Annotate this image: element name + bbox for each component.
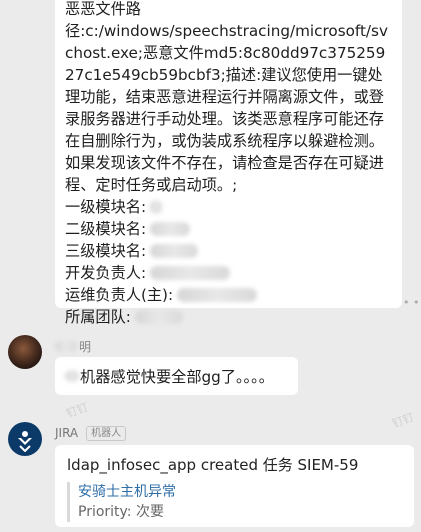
field-level2-module: 二级模块名: <box>65 218 392 240</box>
jira-avatar[interactable] <box>8 422 42 456</box>
redacted-value <box>65 370 79 382</box>
redacted-value <box>150 222 191 236</box>
jira-issue-card[interactable]: ldap_infosec_app created 任务 SIEM-59 安骑士主… <box>55 445 414 527</box>
alert-message-bubble: 恶恶文件路 径:c:/windows/speechstracing/micros… <box>55 0 402 326</box>
field-dev-owner: 开发负责人: <box>65 262 392 284</box>
sender-name: 明 <box>55 337 91 355</box>
sender-name: JIRA <box>55 426 79 440</box>
message-line-truncated: 恶恶文件路 <box>65 0 141 18</box>
more-options-icon[interactable]: • • <box>403 296 419 309</box>
redacted-value <box>177 288 258 302</box>
field-ops-owner: 运维负责人(主): <box>65 284 392 306</box>
user-message-text: 机器感觉快要全部gg了。。。。 <box>80 368 274 386</box>
redacted-value <box>134 310 183 324</box>
redacted-value <box>55 340 77 352</box>
field-level1-module: 一级模块名: <box>65 196 392 218</box>
watermark: 钉钉 <box>64 400 90 421</box>
issue-link[interactable]: 安骑士主机异常 <box>78 482 402 502</box>
issue-title: ldap_infosec_app created 任务 SIEM-59 <box>67 456 359 474</box>
field-level3-module: 三级模块名: <box>65 240 392 262</box>
redacted-value <box>150 266 231 280</box>
redacted-value <box>150 200 163 214</box>
redacted-value <box>150 244 199 258</box>
user-avatar[interactable] <box>8 335 42 369</box>
jira-sender: JIRA 机器人 <box>55 425 127 441</box>
jira-logo-icon <box>18 431 32 452</box>
field-team: 所属团队: <box>65 306 392 328</box>
watermark: 钉钉 <box>390 410 416 431</box>
message-description: 径:c:/windows/speechstracing/microsoft/sv… <box>65 22 388 194</box>
issue-priority: Priority: 次要 <box>78 504 164 520</box>
issue-details: 安骑士主机异常 Priority: 次要 <box>67 482 402 522</box>
chat-window: 恶恶文件路 径:c:/windows/speechstracing/micros… <box>0 0 421 532</box>
bot-badge: 机器人 <box>86 425 127 441</box>
user-message-bubble: 机器感觉快要全部gg了。。。。 <box>55 357 298 395</box>
